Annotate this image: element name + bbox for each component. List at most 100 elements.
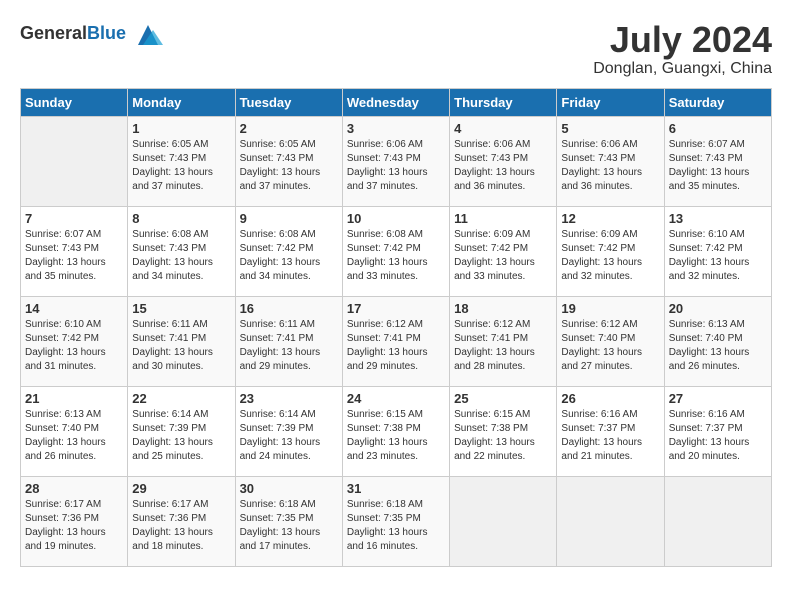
day-number: 9 [240,211,338,226]
day-info: Sunrise: 6:17 AMSunset: 7:36 PMDaylight:… [132,498,230,554]
day-number: 7 [25,211,123,226]
day-number: 19 [561,301,659,316]
calendar-cell: 2 Sunrise: 6:05 AMSunset: 7:43 PMDaylight… [235,116,342,206]
header-sunday: Sunday [21,88,128,116]
day-info: Sunrise: 6:10 AMSunset: 7:42 PMDaylight:… [669,228,767,284]
calendar-cell: 20 Sunrise: 6:13 AMSunset: 7:40 PMDayligh… [664,296,771,386]
day-info: Sunrise: 6:08 AMSunset: 7:42 PMDaylight:… [240,228,338,284]
logo-blue: Blue [87,23,126,43]
day-info: Sunrise: 6:13 AMSunset: 7:40 PMDaylight:… [669,318,767,374]
day-info: Sunrise: 6:10 AMSunset: 7:42 PMDaylight:… [25,318,123,374]
day-number: 10 [347,211,445,226]
header-monday: Monday [128,88,235,116]
day-info: Sunrise: 6:08 AMSunset: 7:43 PMDaylight:… [132,228,230,284]
day-number: 3 [347,121,445,136]
calendar-cell: 9 Sunrise: 6:08 AMSunset: 7:42 PMDaylight… [235,206,342,296]
calendar-cell: 1Sunrise: 6:05 AMSunset: 7:43 PMDaylight… [128,116,235,206]
day-info: Sunrise: 6:12 AMSunset: 7:41 PMDaylight:… [347,318,445,374]
calendar-cell: 21Sunrise: 6:13 AMSunset: 7:40 PMDayligh… [21,386,128,476]
calendar-cell: 23 Sunrise: 6:14 AMSunset: 7:39 PMDayligh… [235,386,342,476]
calendar-cell: 28Sunrise: 6:17 AMSunset: 7:36 PMDayligh… [21,476,128,566]
calendar-cell: 26 Sunrise: 6:16 AMSunset: 7:37 PMDayligh… [557,386,664,476]
day-number: 17 [347,301,445,316]
calendar-cell [557,476,664,566]
week-row-2: 7Sunrise: 6:07 AMSunset: 7:43 PMDaylight… [21,206,772,296]
day-info: Sunrise: 6:07 AMSunset: 7:43 PMDaylight:… [669,138,767,194]
logo-general: General [20,23,87,43]
calendar-cell: 7Sunrise: 6:07 AMSunset: 7:43 PMDaylight… [21,206,128,296]
day-number: 20 [669,301,767,316]
day-number: 21 [25,391,123,406]
calendar-cell: 4Sunrise: 6:06 AMSunset: 7:43 PMDaylight… [450,116,557,206]
day-number: 24 [347,391,445,406]
logo-icon [133,20,163,50]
logo-text: GeneralBlue [20,20,163,50]
day-number: 12 [561,211,659,226]
week-row-1: 1 Sunrise: 6:05 AMSunset: 7:43 PMDaylight… [21,116,772,206]
day-number: 27 [669,391,767,406]
calendar-cell: 25 Sunrise: 6:15 AMSunset: 7:38 PMDayligh… [450,386,557,476]
calendar-cell: 27 Sunrise: 6:16 AMSunset: 7:37 PMDayligh… [664,386,771,476]
title-area: July 2024 Donglan, Guangxi, China [593,20,772,78]
day-number: 29 [132,481,230,496]
day-number: 23 [240,391,338,406]
day-info: Sunrise: 6:14 AMSunset: 7:39 PMDaylight:… [240,408,338,464]
day-number: 16 [240,301,338,316]
calendar-cell: 19 Sunrise: 6:12 AMSunset: 7:40 PMDayligh… [557,296,664,386]
calendar-cell: 22Sunrise: 6:14 AMSunset: 7:39 PMDayligh… [128,386,235,476]
day-info: Sunrise: 6:06 AMSunset: 7:43 PMDaylight:… [347,138,445,194]
calendar-cell: 15Sunrise: 6:11 AMSunset: 7:41 PMDayligh… [128,296,235,386]
day-number: 22 [132,391,230,406]
day-number: 18 [454,301,552,316]
day-number: 1 [132,121,230,136]
page-header: GeneralBlue July 2024 Donglan, Guangxi, … [20,20,772,78]
day-info: Sunrise: 6:16 AMSunset: 7:37 PMDaylight:… [561,408,659,464]
day-number: 4 [454,121,552,136]
calendar-cell [664,476,771,566]
week-row-3: 14 Sunrise: 6:10 AMSunset: 7:42 PMDayligh… [21,296,772,386]
day-number: 26 [561,391,659,406]
calendar-cell: 14 Sunrise: 6:10 AMSunset: 7:42 PMDayligh… [21,296,128,386]
calendar-cell: 29 Sunrise: 6:17 AMSunset: 7:36 PMDayligh… [128,476,235,566]
day-info: Sunrise: 6:11 AMSunset: 7:41 PMDaylight:… [132,318,230,374]
calendar-cell: 5Sunrise: 6:06 AMSunset: 7:43 PMDaylight… [557,116,664,206]
logo: GeneralBlue [20,20,163,50]
header-friday: Friday [557,88,664,116]
day-info: Sunrise: 6:15 AMSunset: 7:38 PMDaylight:… [347,408,445,464]
calendar-cell: 17 Sunrise: 6:12 AMSunset: 7:41 PMDayligh… [342,296,449,386]
calendar-cell: 6Sunrise: 6:07 AMSunset: 7:43 PMDaylight… [664,116,771,206]
day-number: 14 [25,301,123,316]
day-info: Sunrise: 6:09 AMSunset: 7:42 PMDaylight:… [561,228,659,284]
calendar-cell: 18 Sunrise: 6:12 AMSunset: 7:41 PMDayligh… [450,296,557,386]
day-info: Sunrise: 6:15 AMSunset: 7:38 PMDaylight:… [454,408,552,464]
header-wednesday: Wednesday [342,88,449,116]
day-number: 11 [454,211,552,226]
calendar-table: SundayMondayTuesdayWednesdayThursdayFrid… [20,88,772,567]
calendar-cell: 10 Sunrise: 6:08 AMSunset: 7:42 PMDayligh… [342,206,449,296]
day-info: Sunrise: 6:05 AMSunset: 7:43 PMDaylight:… [240,138,338,194]
day-number: 31 [347,481,445,496]
calendar-cell: 12 Sunrise: 6:09 AMSunset: 7:42 PMDayligh… [557,206,664,296]
day-info: Sunrise: 6:06 AMSunset: 7:43 PMDaylight:… [561,138,659,194]
week-row-5: 28Sunrise: 6:17 AMSunset: 7:36 PMDayligh… [21,476,772,566]
day-info: Sunrise: 6:12 AMSunset: 7:41 PMDaylight:… [454,318,552,374]
header-tuesday: Tuesday [235,88,342,116]
week-row-4: 21Sunrise: 6:13 AMSunset: 7:40 PMDayligh… [21,386,772,476]
location-title: Donglan, Guangxi, China [593,60,772,78]
month-title: July 2024 [593,20,772,60]
day-number: 8 [132,211,230,226]
calendar-cell [450,476,557,566]
day-info: Sunrise: 6:08 AMSunset: 7:42 PMDaylight:… [347,228,445,284]
day-number: 2 [240,121,338,136]
calendar-cell: 16 Sunrise: 6:11 AMSunset: 7:41 PMDayligh… [235,296,342,386]
day-info: Sunrise: 6:09 AMSunset: 7:42 PMDaylight:… [454,228,552,284]
day-number: 30 [240,481,338,496]
day-number: 25 [454,391,552,406]
calendar-cell: 13 Sunrise: 6:10 AMSunset: 7:42 PMDayligh… [664,206,771,296]
calendar-cell: 31Sunrise: 6:18 AMSunset: 7:35 PMDayligh… [342,476,449,566]
day-info: Sunrise: 6:16 AMSunset: 7:37 PMDaylight:… [669,408,767,464]
day-number: 13 [669,211,767,226]
day-info: Sunrise: 6:17 AMSunset: 7:36 PMDaylight:… [25,498,123,554]
day-info: Sunrise: 6:11 AMSunset: 7:41 PMDaylight:… [240,318,338,374]
day-info: Sunrise: 6:12 AMSunset: 7:40 PMDaylight:… [561,318,659,374]
